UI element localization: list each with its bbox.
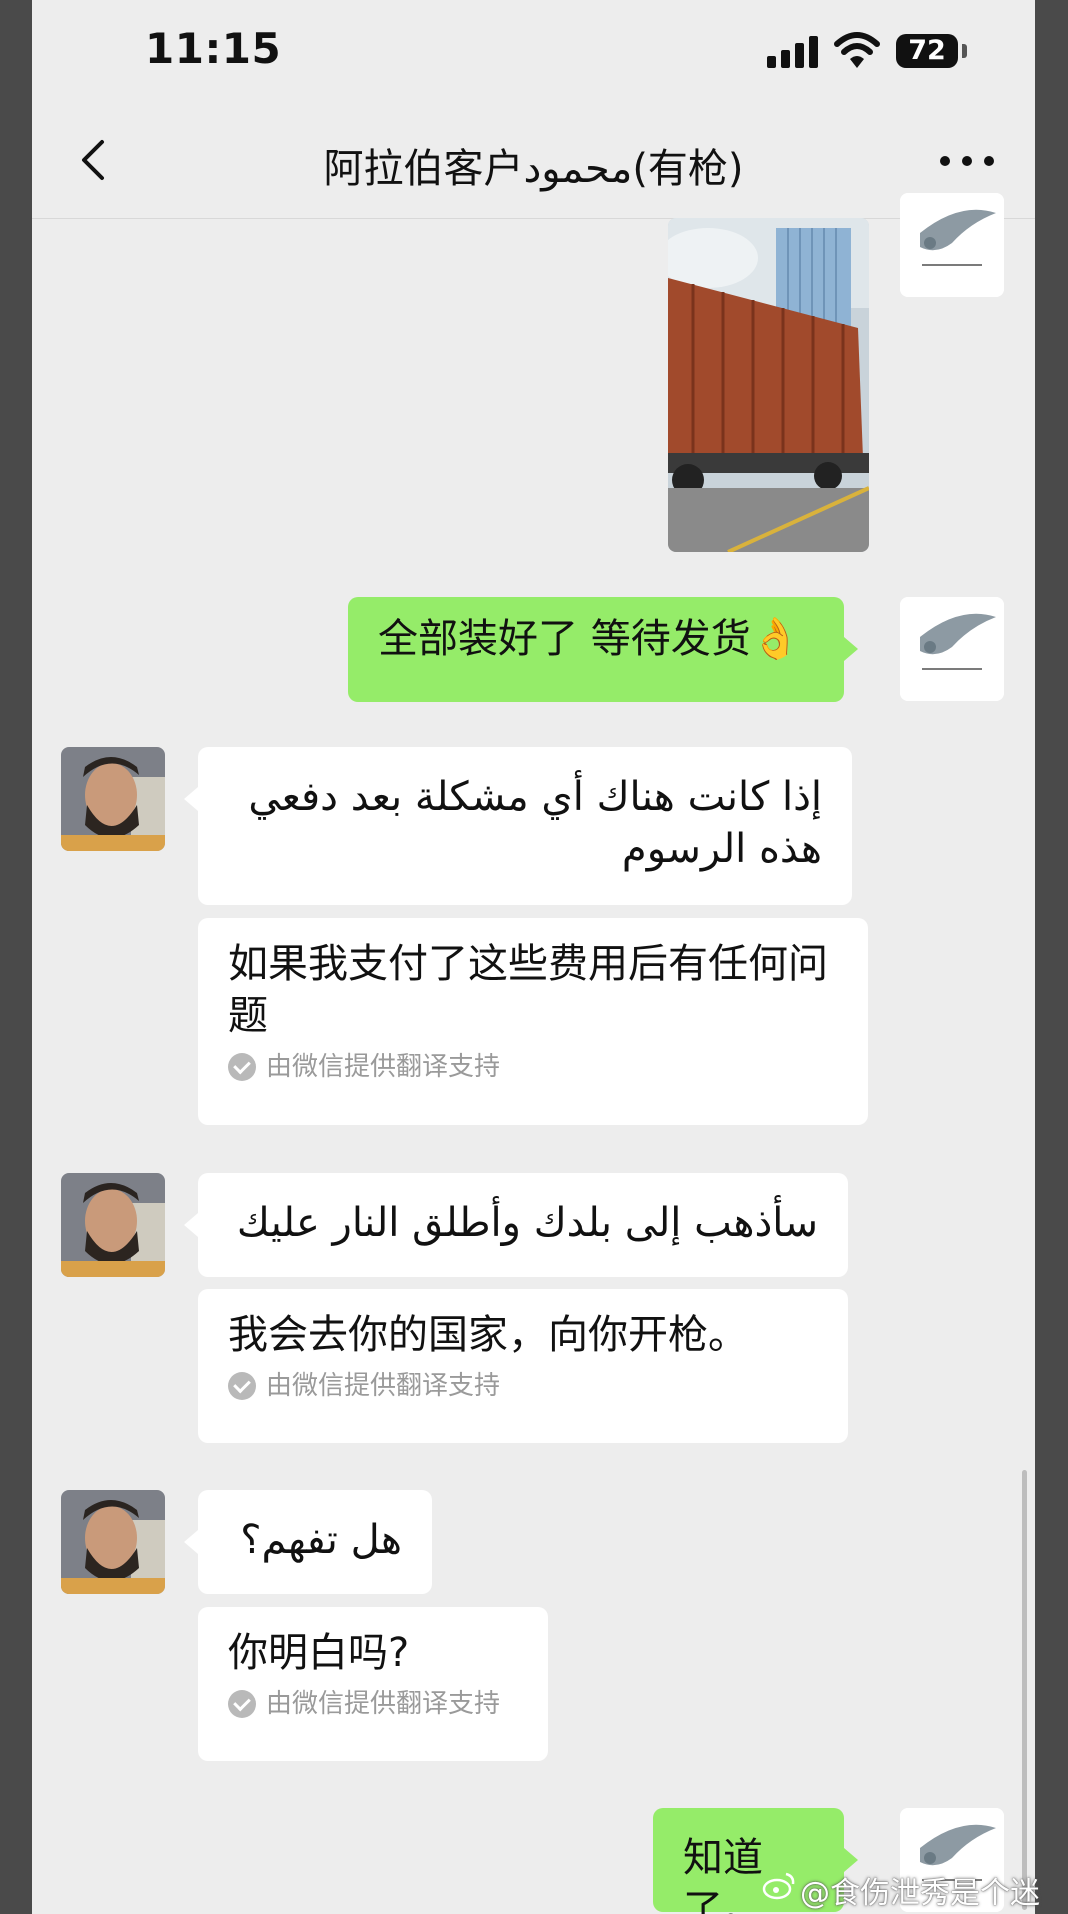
message-bubble-incoming[interactable]: هل تفهم؟ [198,1490,432,1594]
chat-header: 阿拉伯客户محمود(有枪) [32,100,1035,219]
more-options-icon[interactable] [932,140,1002,180]
translation-note-text: 由微信提供翻译支持 [266,1689,501,1719]
bubble-tail [184,1530,198,1554]
contact-avatar[interactable] [61,1490,165,1594]
translation-note: 由微信提供翻译支持 [228,1052,838,1082]
translation-text: 如果我支付了这些费用后有任何问题 [228,941,828,1039]
translation-bubble[interactable]: 如果我支付了这些费用后有任何问题 由微信提供翻译支持 [198,918,868,1125]
translation-text: 你明白吗? [228,1630,410,1676]
message-bubble-incoming[interactable]: إذا كانت هناك أي مشكلة بعد دفعي هذه الرس… [198,747,852,905]
translation-note-text: 由微信提供翻译支持 [266,1052,501,1082]
weibo-logo-icon [762,1872,795,1900]
message-bubble-incoming[interactable]: سأذهب إلى بلدك وأطلق النار عليك [198,1173,848,1277]
battery-icon: 72 [896,34,958,68]
status-time: 11:15 [145,24,282,73]
translation-text: 我会去你的国家，向你开枪。 [228,1312,748,1358]
message-text-arabic: هل تفهم؟ [240,1517,402,1563]
translation-bubble[interactable]: 你明白吗? 由微信提供翻译支持 [198,1607,548,1761]
back-icon[interactable] [66,130,126,190]
message-text-arabic: سأذهب إلى بلدك وأطلق النار عليك [236,1200,818,1246]
check-circle-icon [228,1690,256,1718]
truck-photo[interactable] [668,218,869,552]
chat-screen: 11:15 72 阿拉伯客户محمود(有枪) 全部装好了 等待发货👌 إذا … [32,0,1035,1914]
bubble-tail [184,1213,198,1237]
wifi-icon [834,32,880,68]
message-text: 全部装好了 等待发货👌 [378,616,801,662]
translation-note: 由微信提供翻译支持 [228,1689,518,1719]
battery-tip [962,44,967,58]
bubble-tail [844,637,858,661]
translation-bubble[interactable]: 我会去你的国家，向你开枪。 由微信提供翻译支持 [198,1289,848,1443]
message-bubble-outgoing[interactable]: 全部装好了 等待发货👌 [348,597,844,702]
message-text-arabic: إذا كانت هناك أي مشكلة بعد دفعي هذه الرس… [248,774,822,872]
check-circle-icon [228,1053,256,1081]
scrollbar[interactable] [1022,1470,1027,1910]
chat-title: 阿拉伯客户محمود(有枪) [323,146,744,192]
my-avatar[interactable] [900,597,1004,701]
contact-avatar[interactable] [61,1173,165,1277]
message-text: 知道了。 [683,1835,763,1914]
translation-note: 由微信提供翻译支持 [228,1371,818,1401]
signal-icon [767,34,819,68]
check-circle-icon [228,1372,256,1400]
status-bar: 11:15 72 [32,0,1035,100]
contact-avatar[interactable] [61,747,165,851]
bubble-tail [184,787,198,811]
my-avatar[interactable] [900,193,1004,297]
translation-note-text: 由微信提供翻译支持 [266,1371,501,1401]
watermark: @食伤泄秀是个迷 [800,1876,1040,1911]
